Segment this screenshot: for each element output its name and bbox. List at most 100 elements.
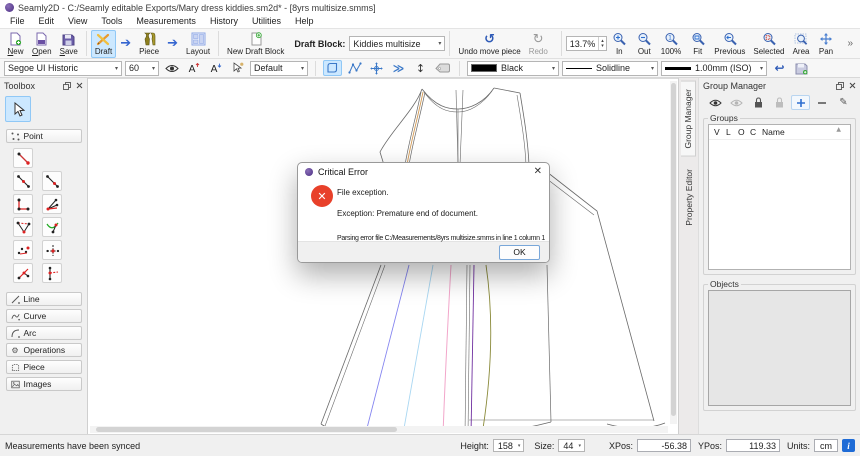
- close-panel-icon[interactable]: [849, 82, 856, 89]
- close-panel-icon[interactable]: [76, 82, 83, 89]
- menu-history[interactable]: History: [203, 15, 245, 28]
- column-visible[interactable]: V: [714, 127, 726, 137]
- new-file-icon: [9, 32, 22, 47]
- pan-button[interactable]: Pan: [814, 30, 839, 58]
- point-tool-button[interactable]: [42, 171, 62, 191]
- horizontal-scroll-thumb[interactable]: [96, 427, 397, 432]
- point-tool-button[interactable]: [42, 194, 62, 214]
- svg-text:A: A: [210, 64, 217, 74]
- dialog-title-bar[interactable]: Critical Error ✕: [298, 163, 549, 180]
- menu-measurements[interactable]: Measurements: [129, 15, 203, 28]
- canvas-horizontal-scrollbar[interactable]: [90, 426, 668, 433]
- zoom-in-button[interactable]: In: [607, 30, 632, 58]
- menu-file[interactable]: File: [3, 15, 32, 28]
- size-combobox[interactable]: 44 ▾: [558, 439, 585, 452]
- open-button[interactable]: Open: [28, 30, 56, 58]
- show-groups-button[interactable]: [706, 95, 725, 110]
- vertical-scroll-thumb[interactable]: [671, 83, 676, 416]
- spinner-arrows[interactable]: ▴ ▾: [598, 37, 606, 50]
- line-weight-combobox[interactable]: 1.00mm (ISO) ▾: [661, 60, 767, 76]
- remove-group-button[interactable]: [813, 95, 832, 110]
- toolbox-section-piece[interactable]: Piece: [5, 360, 82, 374]
- lock-groups-button[interactable]: [749, 95, 768, 110]
- toolbar-overflow-button[interactable]: »: [847, 38, 857, 49]
- save-button[interactable]: Save: [56, 30, 82, 58]
- point-style-button[interactable]: [228, 60, 247, 76]
- menu-help[interactable]: Help: [288, 15, 321, 28]
- unlock-groups-button[interactable]: [770, 95, 789, 110]
- line-color-combobox[interactable]: Black ▾: [467, 60, 559, 76]
- piece-mode-button[interactable]: Piece: [135, 30, 163, 58]
- toolbox-section-line[interactable]: Line: [5, 292, 82, 306]
- column-locked[interactable]: L: [726, 127, 738, 137]
- point-tool-button[interactable]: [13, 263, 33, 283]
- zoom-out-button[interactable]: Out: [632, 30, 657, 58]
- zoom-fit-button[interactable]: Fit: [685, 30, 710, 58]
- tag-tool-button[interactable]: [433, 60, 452, 76]
- point-tool-button[interactable]: [13, 194, 33, 214]
- toolbox-section-arc[interactable]: Arc: [5, 326, 82, 340]
- draft-mode-button[interactable]: Draft: [90, 29, 117, 58]
- point-style-combobox[interactable]: Default ▾: [250, 60, 308, 76]
- edit-group-button[interactable]: ✎: [834, 95, 853, 110]
- tab-group-manager[interactable]: Group Manager: [681, 81, 696, 157]
- toolbox-section-operations[interactable]: ⚙ Operations: [5, 343, 82, 357]
- polyline-tool-button[interactable]: [345, 60, 364, 76]
- point-tool-button[interactable]: [42, 217, 62, 237]
- menu-view[interactable]: View: [61, 15, 94, 28]
- new-button[interactable]: New: [3, 30, 28, 58]
- column-o[interactable]: O: [738, 127, 750, 137]
- point-tool-button[interactable]: [13, 240, 33, 260]
- hide-groups-button[interactable]: [727, 95, 746, 110]
- ok-button[interactable]: OK: [499, 244, 540, 260]
- objects-list[interactable]: [708, 290, 851, 406]
- canvas-vertical-scrollbar[interactable]: [670, 81, 677, 424]
- column-c[interactable]: C: [750, 127, 762, 137]
- undo-button[interactable]: ↺ Undo move piece: [454, 30, 524, 58]
- add-group-button[interactable]: [791, 95, 811, 110]
- groups-list[interactable]: V L O C Name ▲: [708, 124, 851, 270]
- float-panel-icon[interactable]: [63, 81, 71, 90]
- chevrons-tool-button[interactable]: ≫: [389, 60, 408, 76]
- zoom-spinbox[interactable]: 13.7% ▴ ▾: [565, 36, 607, 51]
- zoom-selected-button[interactable]: Selected: [749, 30, 788, 58]
- menu-tools[interactable]: Tools: [94, 15, 129, 28]
- layout-mode-button[interactable]: Layout: [182, 30, 214, 58]
- point-tool-button[interactable]: [13, 217, 33, 237]
- dialog-close-icon[interactable]: ✕: [534, 166, 542, 177]
- point-tool-button[interactable]: [13, 171, 33, 191]
- point-tool-button[interactable]: [13, 148, 33, 168]
- menu-utilities[interactable]: Utilities: [245, 15, 288, 28]
- new-draft-block-button[interactable]: New Draft Block: [223, 30, 288, 58]
- toolbox-section-point[interactable]: Point: [5, 129, 82, 143]
- column-name[interactable]: Name: [762, 127, 785, 137]
- union-select-tool-button[interactable]: [323, 60, 342, 76]
- point-tool-button[interactable]: [42, 240, 62, 260]
- toolbox-section-curve[interactable]: Curve: [5, 309, 82, 323]
- draft-block-combobox[interactable]: Kiddies multisize ▾: [349, 36, 446, 51]
- point-tool-button[interactable]: [42, 263, 62, 283]
- increase-label-size-button[interactable]: A: [184, 60, 203, 76]
- menu-edit[interactable]: Edit: [32, 15, 62, 28]
- float-panel-icon[interactable]: [836, 81, 844, 90]
- info-icon[interactable]: i: [842, 439, 855, 452]
- line-type-combobox[interactable]: Solidline ▾: [562, 60, 658, 76]
- save-style-button[interactable]: [792, 60, 811, 76]
- font-size-combobox[interactable]: 60 ▾: [125, 60, 159, 76]
- show-labels-eye-button[interactable]: [162, 60, 181, 76]
- tab-property-editor[interactable]: Property Editor: [682, 162, 696, 233]
- status-message: Measurements have been synced: [5, 440, 141, 451]
- height-combobox[interactable]: 158 ▾: [492, 439, 525, 452]
- move-tool-button[interactable]: [367, 60, 386, 76]
- redo-button[interactable]: ↻ Redo: [525, 30, 552, 58]
- toolbox-section-images[interactable]: Images: [5, 377, 82, 391]
- reset-styles-button[interactable]: ↩: [770, 60, 789, 76]
- zoom-area-button[interactable]: Area: [789, 30, 814, 58]
- font-combobox[interactable]: Segoe UI Historic ▾: [4, 60, 122, 76]
- vertical-axis-tool-button[interactable]: ↕: [411, 60, 430, 76]
- decrease-label-size-button[interactable]: A: [206, 60, 225, 76]
- arrow-select-tool-button[interactable]: [5, 96, 31, 122]
- toolbox-header: Toolbox: [0, 78, 87, 93]
- zoom-previous-button[interactable]: Previous: [710, 30, 749, 58]
- zoom-100-button[interactable]: 1 100%: [657, 30, 685, 58]
